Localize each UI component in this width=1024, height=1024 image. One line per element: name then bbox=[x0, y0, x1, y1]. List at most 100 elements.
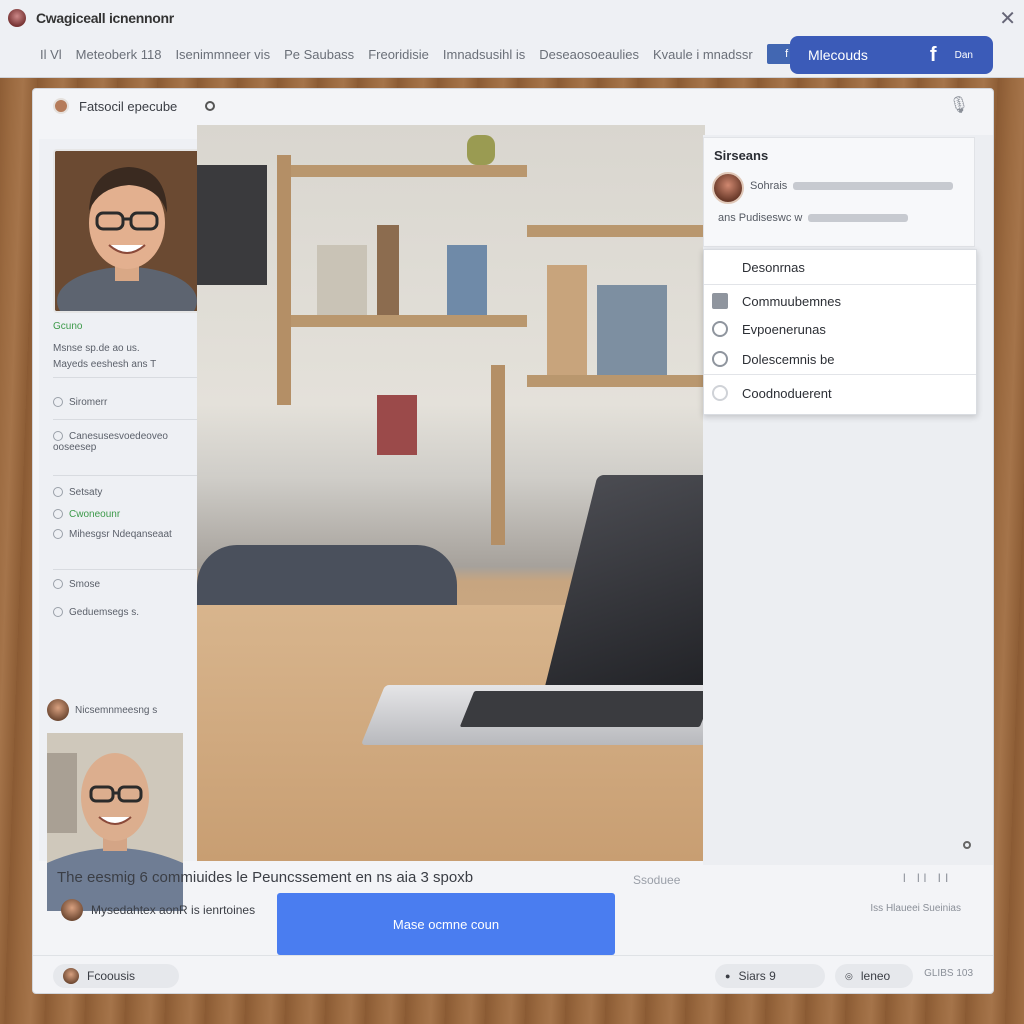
card-line-text: ans Pudiseswc w bbox=[718, 212, 803, 224]
shelf-graphic bbox=[491, 365, 505, 545]
sidebar-item[interactable]: Smose bbox=[53, 579, 100, 590]
post-window: Fatsocil epecube 🎙 Gcuno Msnse sp.de ao … bbox=[32, 88, 994, 994]
divider bbox=[53, 475, 201, 476]
sidebar-item-label: Mihesgsr Ndeqanseaat bbox=[69, 529, 172, 540]
dropdown-header: Desonrnas bbox=[742, 260, 805, 275]
divider bbox=[704, 374, 976, 375]
dropdown-item-label: Coodnoduerent bbox=[742, 385, 832, 401]
dropdown-item-label: Commuubemnes bbox=[742, 293, 841, 309]
topbar-title-row: Cwagiceall icnennonr ✕ bbox=[0, 0, 1024, 36]
window-title: Cwagiceall icnennonr bbox=[36, 10, 174, 26]
divider bbox=[53, 377, 201, 378]
contact-avatar[interactable] bbox=[47, 699, 69, 721]
user-avatar[interactable] bbox=[712, 172, 744, 204]
close-icon[interactable]: ✕ bbox=[999, 6, 1016, 31]
clock-icon bbox=[53, 487, 63, 498]
contact-name[interactable]: Nicsemnmeesng s bbox=[75, 705, 157, 716]
circle-icon bbox=[712, 385, 728, 401]
write-comment-button[interactable]: Mase ocmne coun bbox=[277, 893, 615, 955]
shelf-object bbox=[377, 225, 399, 315]
profile-info-line: Msnse sp.de ao us. bbox=[53, 343, 140, 354]
cta-sub-label: Dan bbox=[954, 49, 973, 61]
scroll-indicator-icon[interactable] bbox=[963, 841, 971, 849]
profile-status: Gcuno bbox=[53, 321, 83, 332]
caption-link[interactable]: Ssoduee bbox=[633, 873, 680, 887]
nav-link[interactable]: Kvaule i mnadssr bbox=[653, 47, 753, 62]
stats-icon: ● bbox=[725, 971, 731, 981]
reaction-icons[interactable]: l ll II bbox=[903, 871, 952, 885]
card-line: ans Pudiseswc w bbox=[718, 212, 909, 224]
nav-link[interactable]: Il Vl bbox=[40, 47, 62, 62]
dropdown-item[interactable]: Evpoenerunas bbox=[704, 314, 976, 344]
post-caption: The eesmig 6 commiuides le Peuncssement … bbox=[57, 869, 474, 886]
window-header: Fatsocil epecube 🎙 bbox=[33, 89, 993, 123]
comment-row: Mysedahtex aonR is ienrtoines bbox=[61, 899, 255, 921]
sidebar-item[interactable]: Mihesgsr Ndeqanseaat bbox=[53, 529, 172, 540]
microphone-icon[interactable]: 🎙 bbox=[949, 95, 969, 115]
sidebar-item[interactable]: Setsaty bbox=[53, 487, 102, 498]
sidebar-item[interactable]: Cwoneounr bbox=[53, 509, 120, 520]
shelf-graphic bbox=[287, 315, 527, 327]
dropdown-item-label: Dolescemnis be bbox=[742, 351, 835, 367]
footer-right-meta: GLIBS 103 bbox=[924, 968, 973, 979]
profile-avatar-icon[interactable] bbox=[8, 9, 26, 27]
sidebar-item[interactable]: Canesusesvoedeoveo ooseesep bbox=[53, 431, 185, 453]
nav-link[interactable]: Pe Saubass bbox=[284, 47, 354, 62]
nav-link[interactable]: Imnadsusihl is bbox=[443, 47, 525, 62]
dropdown-item[interactable]: Commuubemnes bbox=[704, 286, 976, 316]
card-title: Sirseans bbox=[714, 148, 769, 163]
more-pill[interactable]: ◎ leneo bbox=[835, 964, 913, 988]
profile-info-line: Mayeds eeshesh ans T bbox=[53, 359, 157, 370]
comment-meta: Iss Hlaueei Sueinias bbox=[870, 903, 961, 914]
post-footer-bar: Fcoousis ● Siars 9 ◎ leneo GLIBS 103 bbox=[33, 955, 993, 995]
profile-photo[interactable] bbox=[53, 149, 203, 313]
nav-link[interactable]: Freoridisie bbox=[368, 47, 429, 62]
settings-icon bbox=[712, 351, 728, 367]
post-photo[interactable] bbox=[197, 125, 705, 861]
image-icon bbox=[53, 579, 63, 590]
blurred-text bbox=[808, 214, 909, 223]
dropdown-item[interactable]: Dolescemnis be bbox=[704, 344, 976, 374]
dot-icon bbox=[53, 397, 63, 408]
sidebar-item[interactable]: Siromerr bbox=[53, 397, 107, 408]
shelf-object bbox=[597, 285, 667, 375]
sidebar-item-label: Siromerr bbox=[69, 397, 108, 408]
divider bbox=[53, 419, 201, 420]
shelf-object bbox=[447, 245, 487, 315]
commenter-avatar[interactable] bbox=[61, 899, 83, 921]
online-status-icon bbox=[205, 101, 216, 111]
sidebar-item[interactable]: Geduemsegs s. bbox=[53, 607, 139, 618]
footer-profile-pill[interactable]: Fcoousis bbox=[53, 964, 179, 988]
divider bbox=[53, 569, 201, 570]
nav-link[interactable]: Deseaosoeaulies bbox=[539, 47, 639, 62]
divider bbox=[704, 284, 976, 285]
location-icon bbox=[53, 529, 63, 540]
dropdown-item-label: Evpoenerunas bbox=[742, 321, 826, 337]
sidebar-item-label: Cwoneounr bbox=[69, 509, 121, 520]
stats-pill[interactable]: ● Siars 9 bbox=[715, 964, 825, 988]
shelf-object bbox=[317, 245, 367, 315]
comment-text: Mysedahtex aonR is ienrtoines bbox=[91, 903, 256, 917]
summary-card: Sirseans Sohrais ans Pudiseswc w bbox=[703, 137, 975, 247]
comment-icon bbox=[712, 293, 728, 309]
sidebar-item-label: Setsaty bbox=[69, 487, 103, 498]
card-line: Sohrais bbox=[750, 180, 954, 192]
more-label: leneo bbox=[860, 969, 891, 983]
nav-link[interactable]: Meteoberk 118 bbox=[76, 47, 162, 62]
dropdown-item[interactable]: Coodnoduerent bbox=[704, 378, 976, 408]
circle-icon bbox=[712, 321, 728, 337]
group-icon bbox=[53, 607, 63, 618]
author-avatar[interactable] bbox=[53, 98, 69, 114]
footer-avatar bbox=[63, 968, 79, 984]
topbar-links: Il Vl Meteoberk 118 Isenimmneer vis Pe S… bbox=[40, 44, 821, 64]
facebook-cta-button[interactable]: Mlecouds f Dan bbox=[790, 36, 993, 74]
leaf-icon bbox=[53, 509, 63, 520]
post-author-title: Fatsocil epecube bbox=[79, 98, 178, 114]
shelf-object bbox=[377, 395, 417, 455]
nav-link[interactable]: Isenimmneer vis bbox=[175, 47, 270, 62]
profile-sidebar: Gcuno Msnse sp.de ao us. Mayeds eeshesh … bbox=[39, 139, 203, 911]
shelf-object bbox=[467, 135, 495, 165]
facebook-icon: f bbox=[929, 43, 937, 66]
laptop-graphic bbox=[540, 475, 705, 705]
options-dropdown: Desonrnas Commuubemnes Evpoenerunas Dole… bbox=[703, 249, 977, 415]
